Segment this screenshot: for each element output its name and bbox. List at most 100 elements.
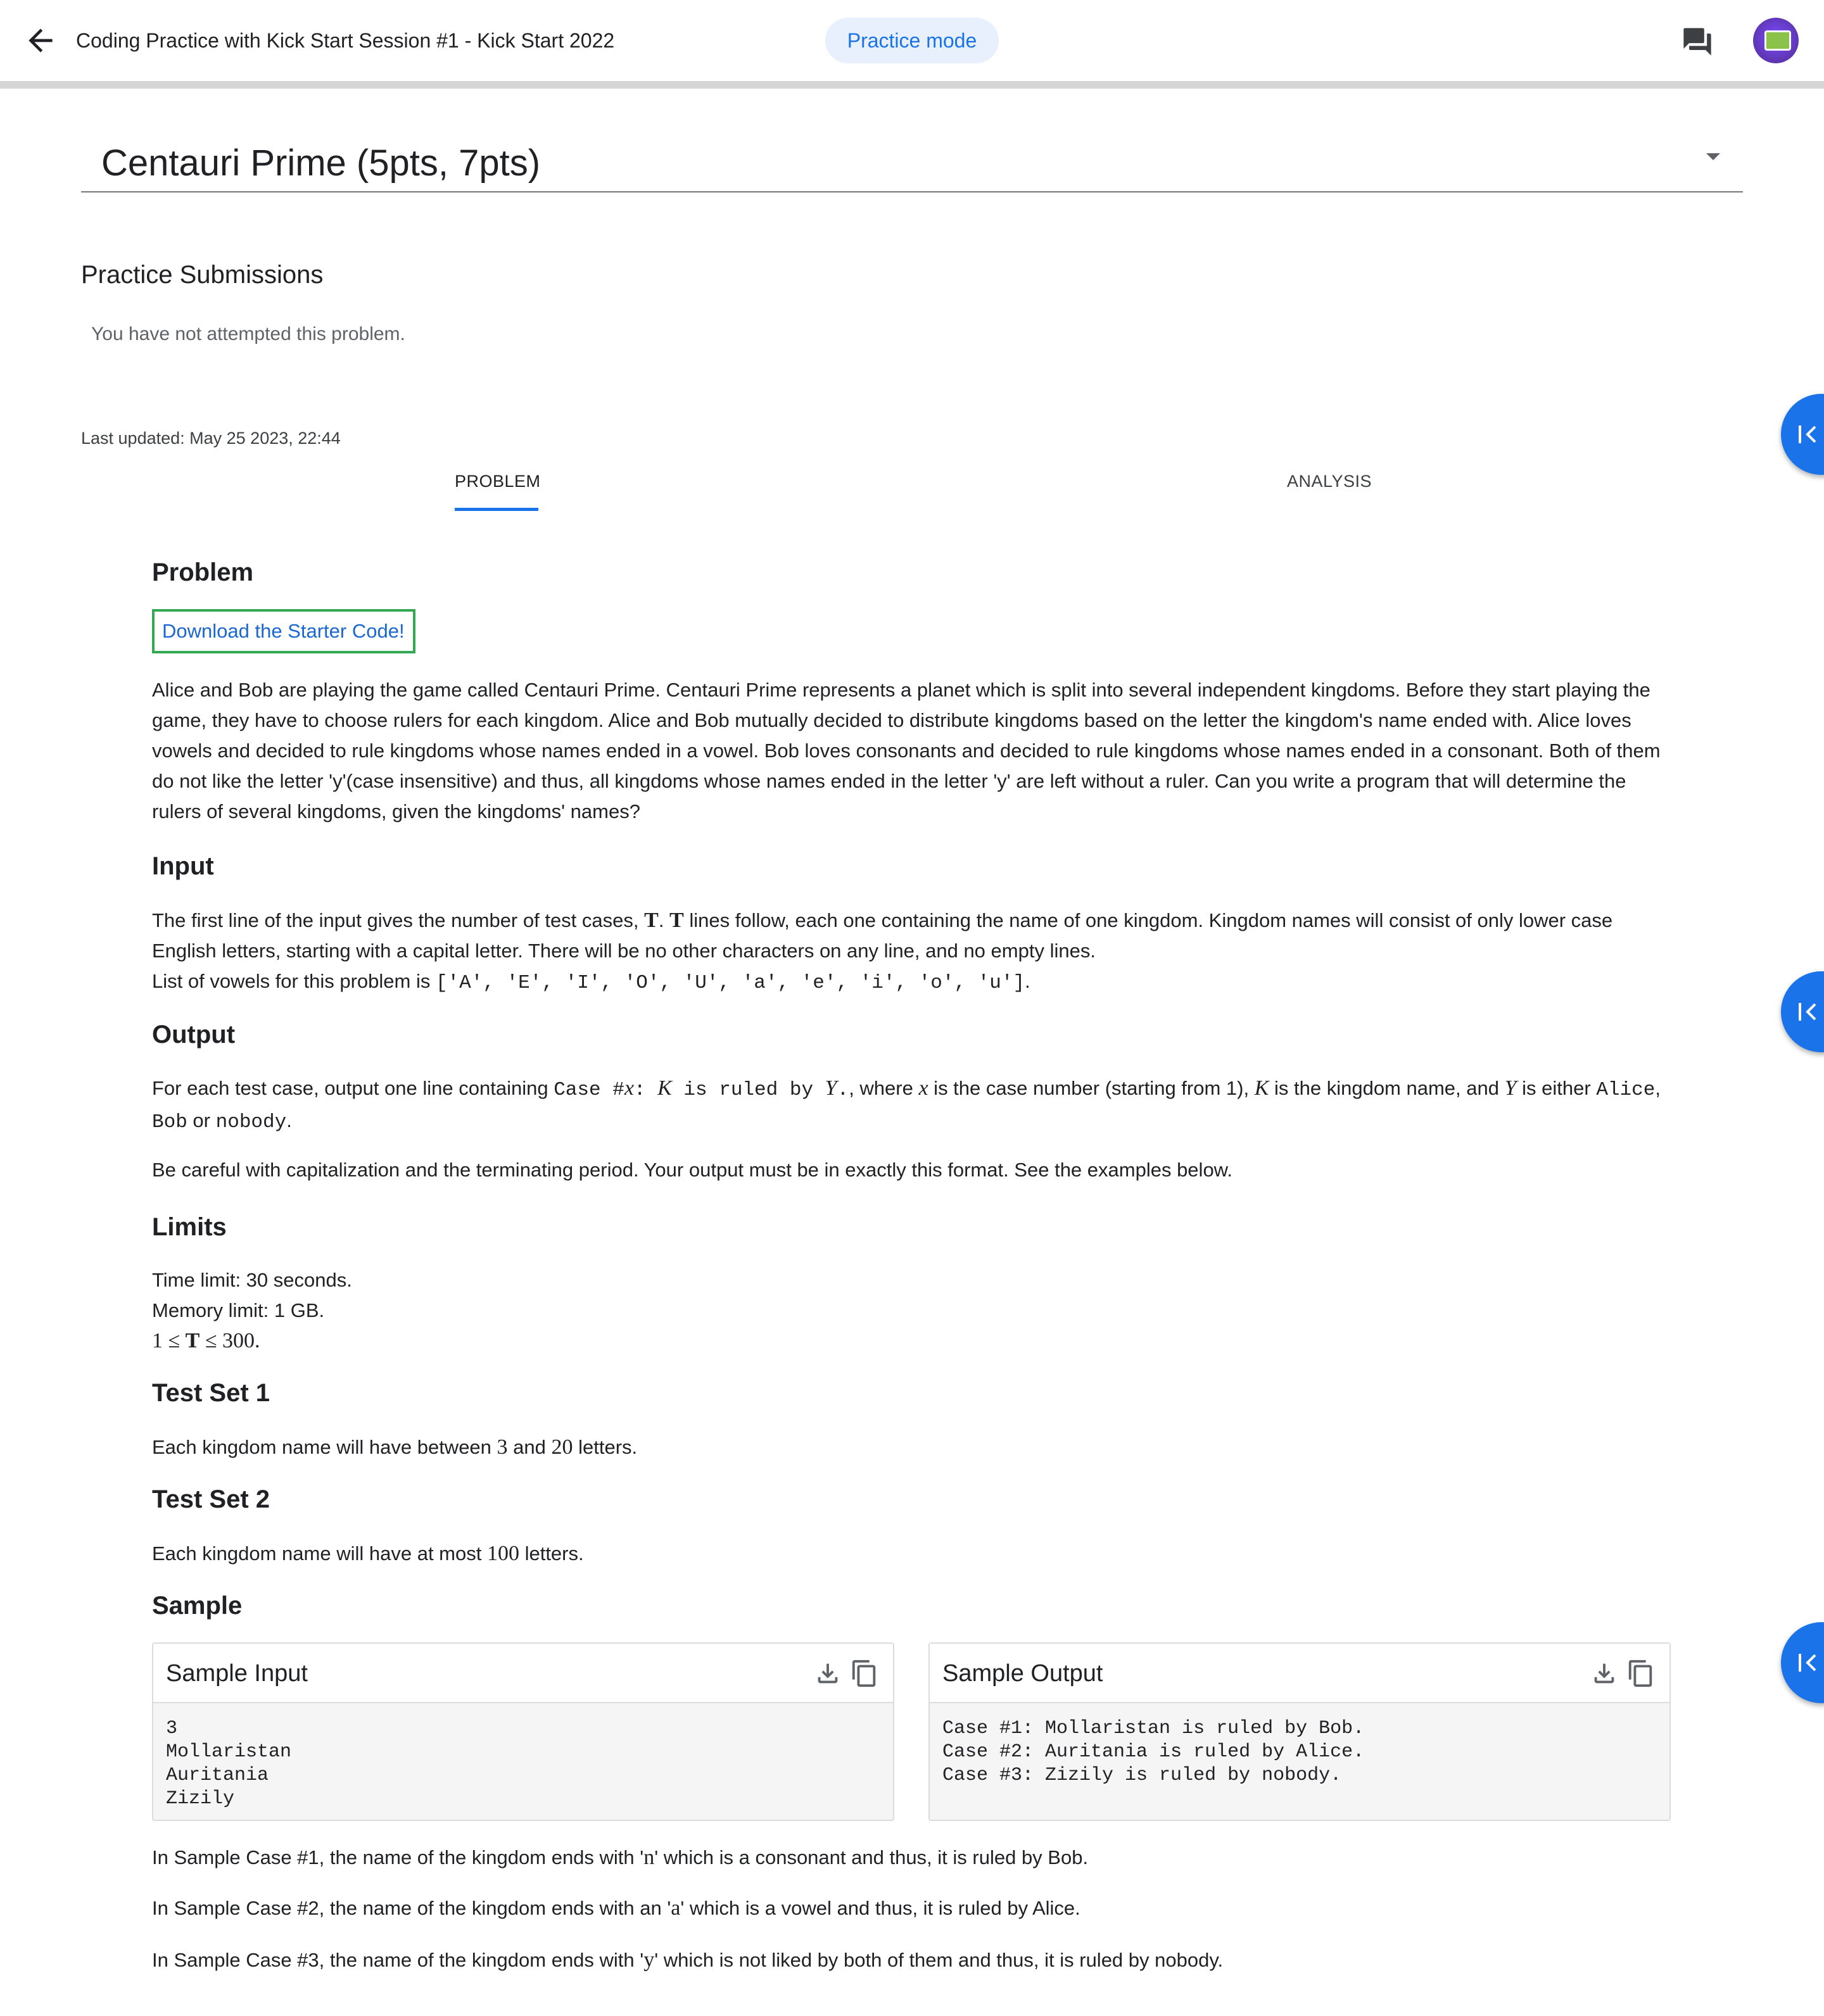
time-limit: Time limit: 30 seconds. [152, 1269, 352, 1291]
sample-output-box: Sample Output Case #1: Mollaristan is ru… [928, 1642, 1671, 1821]
tab-problem[interactable]: PROBLEM [455, 466, 541, 496]
avatar-image [1764, 30, 1791, 51]
back-button[interactable] [23, 23, 58, 58]
chat-button[interactable] [1681, 25, 1714, 58]
sample-explanation-2: In Sample Case #2, the name of the kingd… [152, 1893, 1672, 1924]
side-panel-toggle-button[interactable] [1781, 971, 1824, 1052]
sample-heading: Sample [152, 1592, 243, 1620]
letter: a [671, 1896, 681, 1920]
ts1-min: 3 [497, 1435, 508, 1459]
output-text: , [1655, 1077, 1661, 1099]
output-text: is either [1516, 1077, 1597, 1099]
format-code: Case # [554, 1079, 624, 1101]
ruler-alice: Alice [1596, 1079, 1656, 1101]
vowel-list: ['A', 'E', 'I', 'O', 'U', 'a', 'e', 'i',… [435, 972, 1025, 994]
ts2-text: Each kingdom name will have at most [152, 1542, 487, 1565]
explanation-text: In Sample Case #3, the name of the kingd… [152, 1949, 644, 1971]
first-page-icon [1799, 1654, 1816, 1672]
test-set-1-description: Each kingdom name will have between 3 an… [152, 1432, 1672, 1463]
var-T: T [644, 909, 659, 932]
letter: y [643, 1948, 655, 1972]
sample-input-header: Sample Input [153, 1644, 893, 1703]
explanation-text: ' which is a vowel and thus, it is ruled… [680, 1897, 1080, 1919]
var-Y: Y [825, 1076, 837, 1100]
var-T: T [185, 1329, 200, 1352]
ts1-text: letters. [573, 1436, 638, 1458]
test-count-constraint: 1 ≤ T ≤ 300. [152, 1329, 260, 1352]
problem-selector[interactable]: Centauri Prime (5pts, 7pts) [81, 127, 1743, 192]
problem-statement: Alice and Bob are playing the game calle… [152, 679, 1661, 822]
output-text: . [286, 1109, 292, 1131]
explanation-text: ' which is a consonant and thus, it is r… [654, 1846, 1089, 1868]
var-Y: Y [1504, 1076, 1517, 1100]
ts2-max: 100 [486, 1542, 519, 1565]
ts1-max: 20 [551, 1435, 573, 1459]
contest-title: Coding Practice with Kick Start Session … [76, 29, 615, 52]
copy-icon [852, 1660, 876, 1687]
output-text: is the case number (starting from 1), [928, 1077, 1255, 1099]
first-page-icon [1799, 1003, 1816, 1021]
test-set-2-description: Each kingdom name will have at most 100 … [152, 1539, 1672, 1569]
sample-input-text[interactable]: 3 Mollaristan Auritania Zizily [166, 1717, 291, 1811]
input-heading: Input [152, 852, 214, 880]
problem-heading: Problem [152, 558, 254, 586]
test-set-2-heading: Test Set 2 [152, 1485, 270, 1513]
test-set-1-heading: Test Set 1 [152, 1379, 270, 1407]
side-panel-toggle-button[interactable] [1781, 394, 1824, 475]
input-description: The first line of the input gives the nu… [152, 905, 1672, 999]
output-note: Be careful with capitalization and the t… [152, 1159, 1232, 1181]
letter: n [643, 1846, 655, 1869]
output-text: For each test case, output one line cont… [152, 1077, 554, 1099]
sample-output-text[interactable]: Case #1: Mollaristan is ruled by Bob. Ca… [942, 1717, 1364, 1787]
practice-submissions-title: Practice Submissions [81, 261, 324, 289]
tab-analysis[interactable]: ANALYSIS [1287, 466, 1372, 496]
input-text: . [1025, 970, 1030, 992]
copy-icon [1628, 1660, 1652, 1687]
sample-output-title: Sample Output [942, 1660, 1103, 1687]
explanation-text: In Sample Case #2, the name of the kingd… [152, 1897, 671, 1919]
format-code: is ruled by [671, 1079, 825, 1101]
active-tab-indicator [455, 508, 538, 511]
chat-icon [1683, 28, 1711, 56]
download-starter-code-link[interactable]: Download the Starter Code! [152, 609, 415, 653]
selected-problem: Centauri Prime (5pts, 7pts) [101, 142, 541, 184]
limits-heading: Limits [152, 1213, 227, 1241]
copy-sample-input-button[interactable] [850, 1658, 879, 1689]
practice-mode-chip[interactable]: Practice mode [825, 18, 999, 63]
ruler-bob: Bob [152, 1111, 187, 1133]
user-avatar[interactable] [1753, 18, 1799, 63]
limits-list: Time limit: 30 seconds. Memory limit: 1 … [152, 1265, 1672, 1356]
output-text: is the kingdom name, and [1269, 1077, 1505, 1099]
last-updated: Last updated: May 25 2023, 22:44 [81, 429, 341, 448]
format-code: : [633, 1079, 658, 1101]
arrow-back-icon [28, 28, 53, 53]
sample-explanation-1: In Sample Case #1, the name of the kingd… [152, 1843, 1672, 1873]
output-text: , where [849, 1077, 919, 1099]
output-text: or [187, 1109, 216, 1131]
memory-limit: Memory limit: 1 GB. [152, 1299, 325, 1321]
submission-status: You have not attempted this problem. [91, 324, 405, 344]
ts2-text: letters. [519, 1542, 584, 1565]
format-code: . [837, 1079, 849, 1101]
input-text: List of vowels for this problem is [152, 970, 436, 992]
var-K: K [1254, 1076, 1269, 1100]
output-heading: Output [152, 1021, 236, 1049]
download-icon [818, 1663, 838, 1684]
input-text: . [658, 909, 670, 931]
copy-sample-output-button[interactable] [1626, 1658, 1656, 1689]
download-sample-output-button[interactable] [1590, 1659, 1619, 1688]
sample-input-title: Sample Input [166, 1660, 308, 1687]
side-panel-toggle-button[interactable] [1781, 1622, 1824, 1703]
sample-explanation-3: In Sample Case #3, the name of the kingd… [152, 1945, 1672, 1975]
output-description: For each test case, output one line cont… [152, 1073, 1672, 1138]
sample-input-box: Sample Input 3 Mollaristan Auritania Ziz… [152, 1642, 894, 1821]
top-app-bar: Coding Practice with Kick Start Session … [0, 0, 1824, 89]
sample-output-header: Sample Output [930, 1644, 1669, 1703]
input-text: The first line of the input gives the nu… [152, 909, 645, 931]
dropdown-arrow-icon [1706, 153, 1720, 160]
var-K: K [657, 1076, 672, 1100]
constraint-text: ≤ 300. [200, 1329, 260, 1352]
var-x: x [918, 1076, 928, 1100]
var-T: T [669, 909, 684, 932]
download-sample-input-button[interactable] [813, 1659, 842, 1688]
